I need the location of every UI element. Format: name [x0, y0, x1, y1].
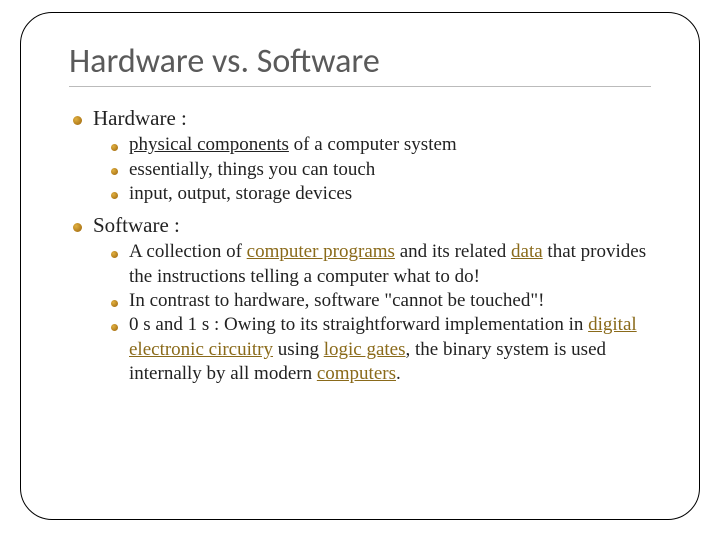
software-items: A collection of computer programs and it…	[93, 240, 651, 386]
text-run: and its related	[395, 241, 511, 262]
text-run: essentially, things you can touch	[129, 159, 375, 180]
list-item: input, output, storage devices	[111, 182, 651, 206]
text-run: .	[396, 363, 401, 384]
hardware-items: physical components of a computer system…	[93, 133, 651, 206]
hyperlink-text[interactable]: computer programs	[247, 241, 395, 262]
content-list: Hardware : physical components of a comp…	[69, 105, 651, 386]
text-run: 0 s and 1 s : Owing to its straightforwa…	[129, 314, 588, 335]
hyperlink-text[interactable]: computers	[317, 363, 396, 384]
text-run: input, output, storage devices	[129, 183, 352, 204]
hyperlink-text[interactable]: logic gates	[324, 339, 406, 360]
section-hardware: Hardware : physical components of a comp…	[73, 105, 651, 206]
list-item: In contrast to hardware, software "canno…	[111, 289, 651, 313]
list-item: A collection of computer programs and it…	[111, 240, 651, 289]
list-item: physical components of a computer system	[111, 133, 651, 157]
text-run: of a computer system	[289, 134, 457, 155]
underlined-text: physical components	[129, 134, 289, 155]
section-heading: Software :	[93, 213, 180, 237]
hyperlink-text[interactable]: electronic circuitry	[129, 339, 273, 360]
slide-frame: Hardware vs. Software Hardware : physica…	[20, 12, 700, 520]
hyperlink-text[interactable]: data	[511, 241, 543, 262]
slide-title: Hardware vs. Software	[69, 41, 651, 87]
slide: Hardware vs. Software Hardware : physica…	[0, 0, 720, 540]
text-run: using	[273, 339, 324, 360]
text-run: In contrast to hardware, software "canno…	[129, 290, 544, 311]
text-run: A collection of	[129, 241, 247, 262]
list-item: 0 s and 1 s : Owing to its straightforwa…	[111, 313, 651, 386]
list-item: essentially, things you can touch	[111, 158, 651, 182]
section-software: Software : A collection of computer prog…	[73, 212, 651, 386]
section-heading: Hardware :	[93, 106, 187, 130]
hyperlink-text[interactable]: digital	[588, 314, 637, 335]
